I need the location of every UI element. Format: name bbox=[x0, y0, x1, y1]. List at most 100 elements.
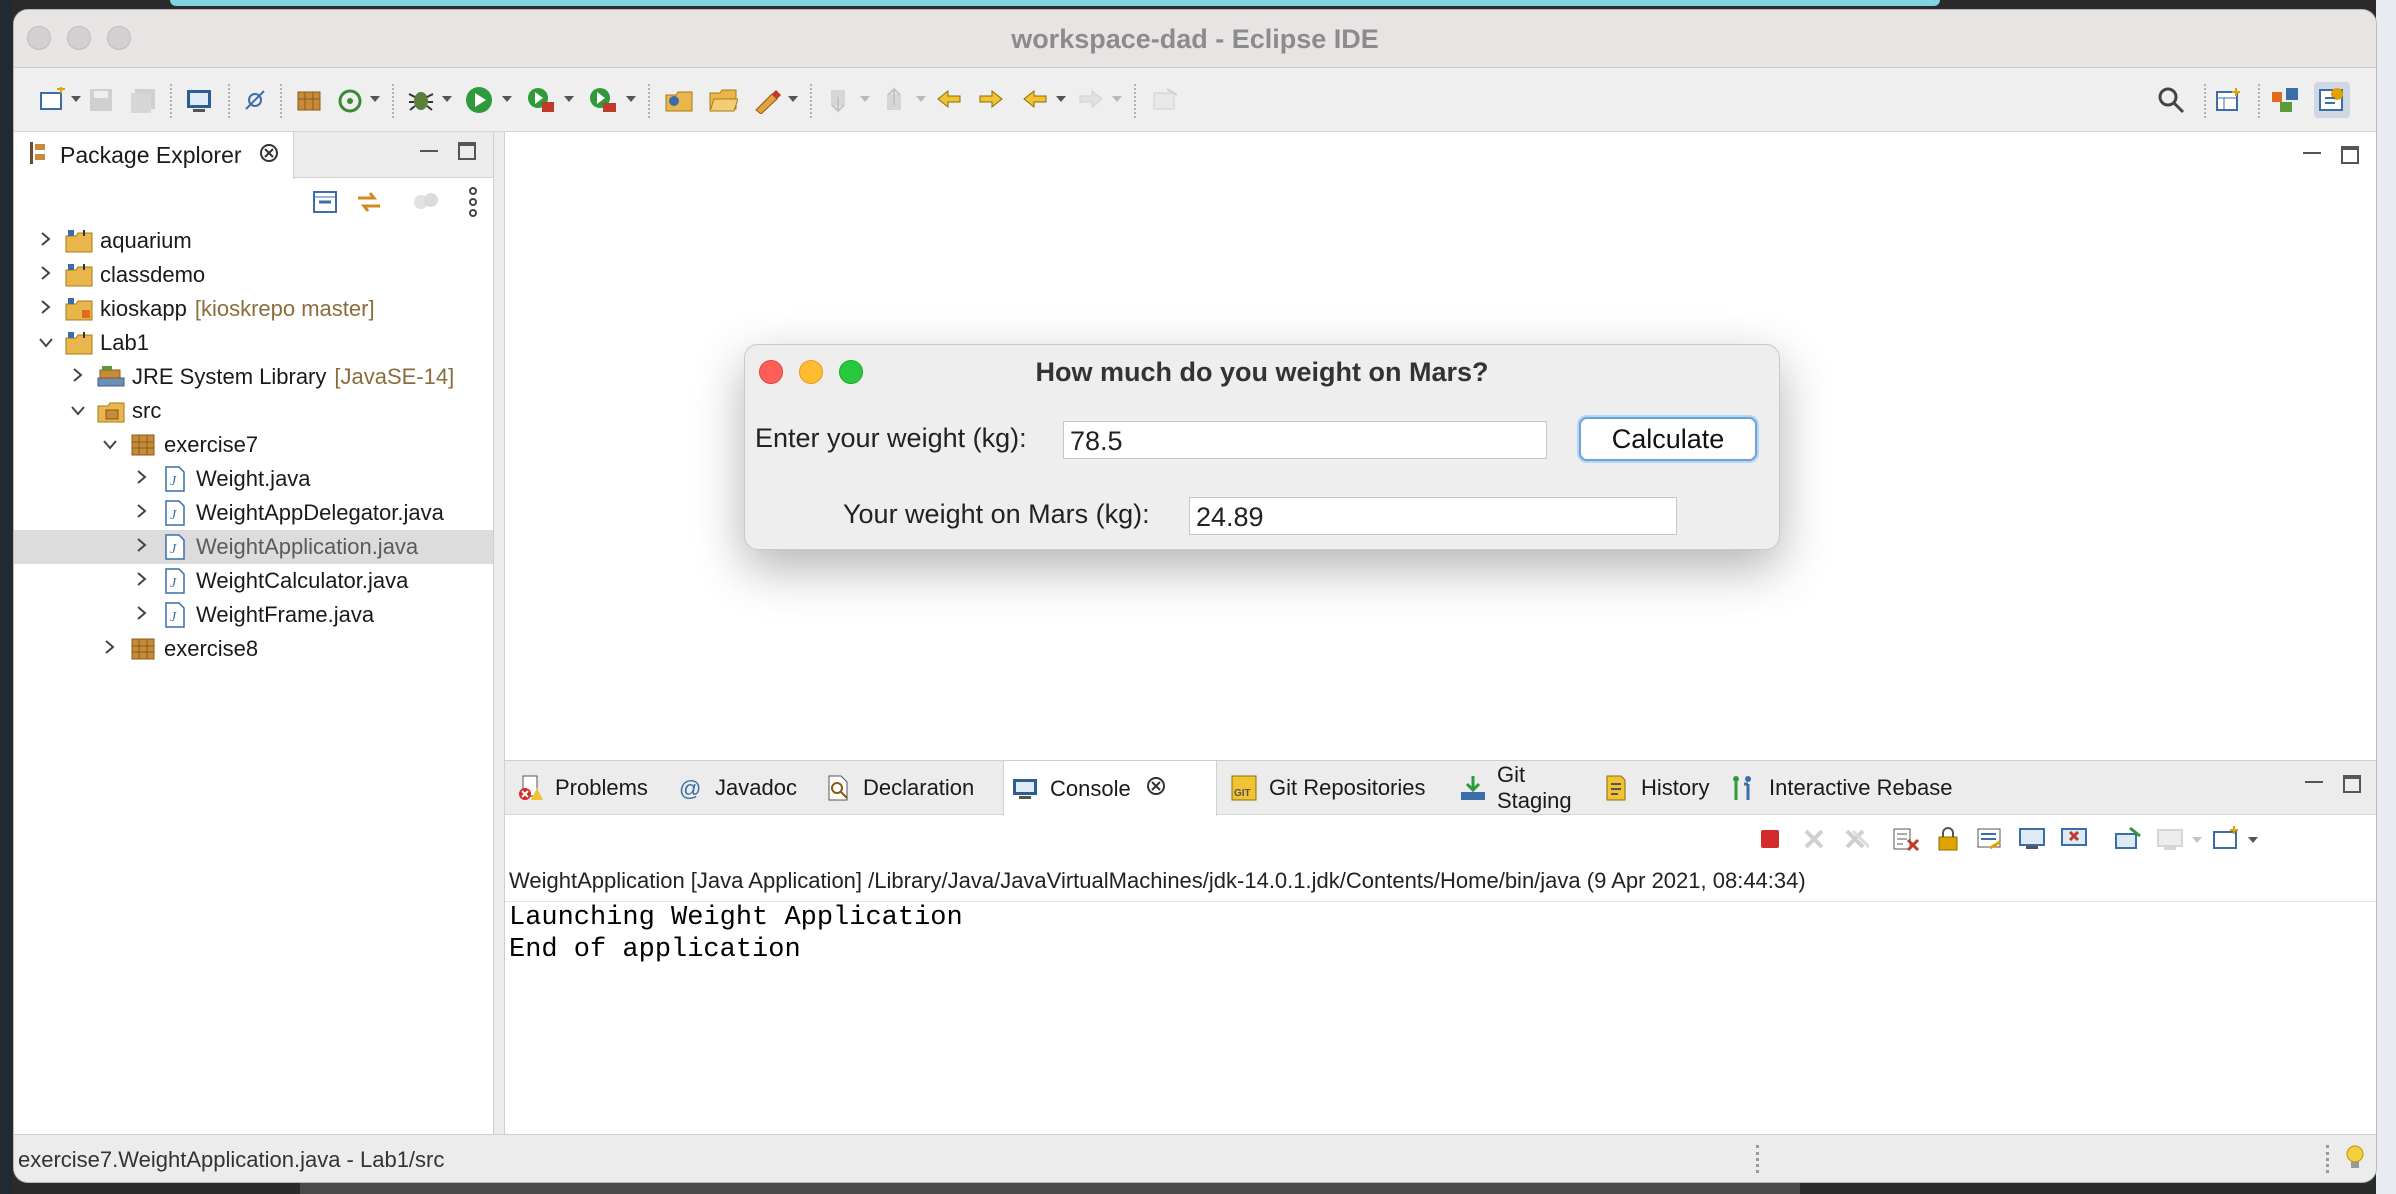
tree-item[interactable]: kioskapp [kioskrepo master] bbox=[14, 292, 493, 326]
tip-lightbulb-icon[interactable] bbox=[2344, 1143, 2366, 1178]
tree-item[interactable]: src bbox=[14, 394, 493, 428]
calculate-button[interactable]: Calculate bbox=[1579, 417, 1757, 461]
tab-history[interactable]: History bbox=[1595, 761, 1717, 815]
minimize-view-button[interactable] bbox=[420, 142, 438, 152]
weight-input[interactable]: 78.5 bbox=[1063, 421, 1547, 459]
tree-item[interactable]: Lab1 bbox=[14, 326, 493, 360]
filters-icon[interactable] bbox=[412, 188, 440, 221]
forward-edit-icon[interactable] bbox=[976, 85, 1006, 115]
forward-dropdown-icon bbox=[1112, 96, 1122, 102]
tab-git-staging[interactable]: Git Staging bbox=[1453, 761, 1589, 815]
interactive-rebase-icon bbox=[1729, 773, 1759, 803]
run-dropdown-icon[interactable] bbox=[502, 96, 512, 102]
refresh-run-icon[interactable] bbox=[336, 85, 366, 115]
coverage-icon[interactable] bbox=[526, 85, 556, 115]
terminate-icon[interactable] bbox=[1756, 825, 1784, 853]
chevron-right-icon[interactable] bbox=[134, 537, 150, 558]
refresh-run-dropdown-icon[interactable] bbox=[370, 96, 380, 102]
status-divider bbox=[2326, 1145, 2329, 1173]
tab-javadoc[interactable]: @ Javadoc bbox=[669, 761, 809, 815]
next-annotation-icon[interactable] bbox=[824, 85, 854, 115]
new-wizard-dropdown-icon[interactable] bbox=[71, 96, 81, 102]
run-icon[interactable] bbox=[464, 85, 494, 115]
tab-package-explorer[interactable]: Package Explorer bbox=[14, 132, 294, 179]
desktop-background-right bbox=[2376, 0, 2396, 1194]
search-icon[interactable] bbox=[2156, 85, 2186, 115]
close-tab-icon[interactable] bbox=[1145, 775, 1167, 803]
tree-item[interactable]: J WeightAppDelegator.java bbox=[14, 496, 493, 530]
maximize-view-button[interactable] bbox=[458, 142, 476, 160]
last-edit-location-icon[interactable] bbox=[934, 85, 964, 115]
chevron-down-icon[interactable] bbox=[102, 435, 118, 456]
previous-annotation-icon[interactable] bbox=[880, 85, 910, 115]
annotation-dropdown-icon[interactable] bbox=[788, 96, 798, 102]
git-perspective-icon[interactable] bbox=[2270, 85, 2300, 115]
word-wrap-icon[interactable] bbox=[1976, 825, 2004, 853]
chevron-right-icon[interactable] bbox=[38, 265, 54, 286]
tab-declaration[interactable]: Declaration bbox=[817, 761, 995, 815]
skip-breakpoints-icon[interactable] bbox=[240, 85, 270, 115]
open-folder-icon[interactable] bbox=[708, 85, 738, 115]
save-all-icon[interactable] bbox=[128, 85, 158, 115]
chevron-right-icon[interactable] bbox=[134, 571, 150, 592]
debug-dropdown-icon[interactable] bbox=[442, 96, 452, 102]
tab-console[interactable]: Console bbox=[1003, 761, 1217, 816]
back-dropdown-icon[interactable] bbox=[1056, 96, 1066, 102]
tab-git-repositories[interactable]: GIT Git Repositories bbox=[1223, 761, 1447, 815]
chevron-right-icon[interactable] bbox=[38, 299, 54, 320]
annotation-pen-icon[interactable] bbox=[752, 85, 782, 115]
tree-item[interactable]: classdemo bbox=[14, 258, 493, 292]
open-console-dropdown-icon[interactable] bbox=[2248, 837, 2258, 843]
collapse-all-icon[interactable] bbox=[310, 188, 340, 221]
tree-item[interactable]: JRE System Library [JavaSE-14] bbox=[14, 360, 493, 394]
terminal-icon[interactable] bbox=[184, 85, 214, 115]
back-icon[interactable] bbox=[1020, 85, 1050, 115]
open-console-icon[interactable] bbox=[2212, 825, 2240, 853]
display-selected-console-icon[interactable] bbox=[2156, 825, 2184, 853]
minimize-editor-button[interactable] bbox=[2303, 146, 2321, 154]
tree-item[interactable]: exercise7 bbox=[14, 428, 493, 462]
java-perspective-icon[interactable] bbox=[2314, 82, 2350, 118]
window-titlebar[interactable]: workspace-dad - Eclipse IDE bbox=[14, 10, 2376, 68]
maximize-panel-button[interactable] bbox=[2343, 775, 2361, 793]
chevron-right-icon[interactable] bbox=[134, 605, 150, 626]
minimize-panel-button[interactable] bbox=[2305, 775, 2323, 783]
show-on-error-icon[interactable] bbox=[2060, 825, 2088, 853]
tree-item[interactable]: J Weight.java bbox=[14, 462, 493, 496]
scroll-lock-icon[interactable] bbox=[1934, 825, 1962, 853]
open-type-icon[interactable] bbox=[294, 85, 324, 115]
link-with-editor-icon[interactable] bbox=[354, 188, 384, 221]
tree-item[interactable]: exercise8 bbox=[14, 632, 493, 666]
clear-console-icon[interactable] bbox=[1892, 825, 1920, 853]
tab-problems[interactable]: Problems bbox=[509, 761, 659, 815]
chevron-down-icon[interactable] bbox=[70, 401, 86, 422]
save-icon[interactable] bbox=[86, 85, 116, 115]
new-java-project-icon[interactable] bbox=[664, 85, 694, 115]
pin-editor-icon[interactable] bbox=[1150, 85, 1180, 115]
pin-console-icon[interactable] bbox=[2114, 825, 2142, 853]
show-on-output-icon[interactable] bbox=[2018, 825, 2046, 853]
chevron-right-icon[interactable] bbox=[70, 367, 86, 388]
tab-interactive-rebase[interactable]: Interactive Rebase bbox=[1723, 761, 1973, 815]
chevron-right-icon[interactable] bbox=[134, 503, 150, 524]
tree-item[interactable]: J WeightFrame.java bbox=[14, 598, 493, 632]
debug-icon[interactable] bbox=[406, 85, 436, 115]
remove-launch-icon[interactable] bbox=[1800, 825, 1828, 853]
close-tab-icon[interactable] bbox=[258, 142, 280, 169]
view-menu-icon[interactable] bbox=[466, 186, 480, 223]
external-tools-icon[interactable] bbox=[588, 85, 618, 115]
tree-item[interactable]: J WeightCalculator.java bbox=[14, 564, 493, 598]
tree-item[interactable]: J WeightApplication.java bbox=[14, 530, 493, 564]
remove-all-terminated-icon[interactable] bbox=[1842, 825, 1870, 853]
coverage-dropdown-icon[interactable] bbox=[564, 96, 574, 102]
open-perspective-icon[interactable] bbox=[2214, 85, 2244, 115]
maximize-editor-button[interactable] bbox=[2341, 146, 2359, 164]
chevron-right-icon[interactable] bbox=[38, 231, 54, 252]
chevron-right-icon[interactable] bbox=[102, 639, 118, 660]
chevron-right-icon[interactable] bbox=[134, 469, 150, 490]
new-wizard-icon[interactable] bbox=[38, 85, 68, 115]
external-tools-dropdown-icon[interactable] bbox=[626, 96, 636, 102]
tree-item[interactable]: aquarium bbox=[14, 224, 493, 258]
chevron-down-icon[interactable] bbox=[38, 333, 54, 354]
forward-icon[interactable] bbox=[1076, 85, 1106, 115]
